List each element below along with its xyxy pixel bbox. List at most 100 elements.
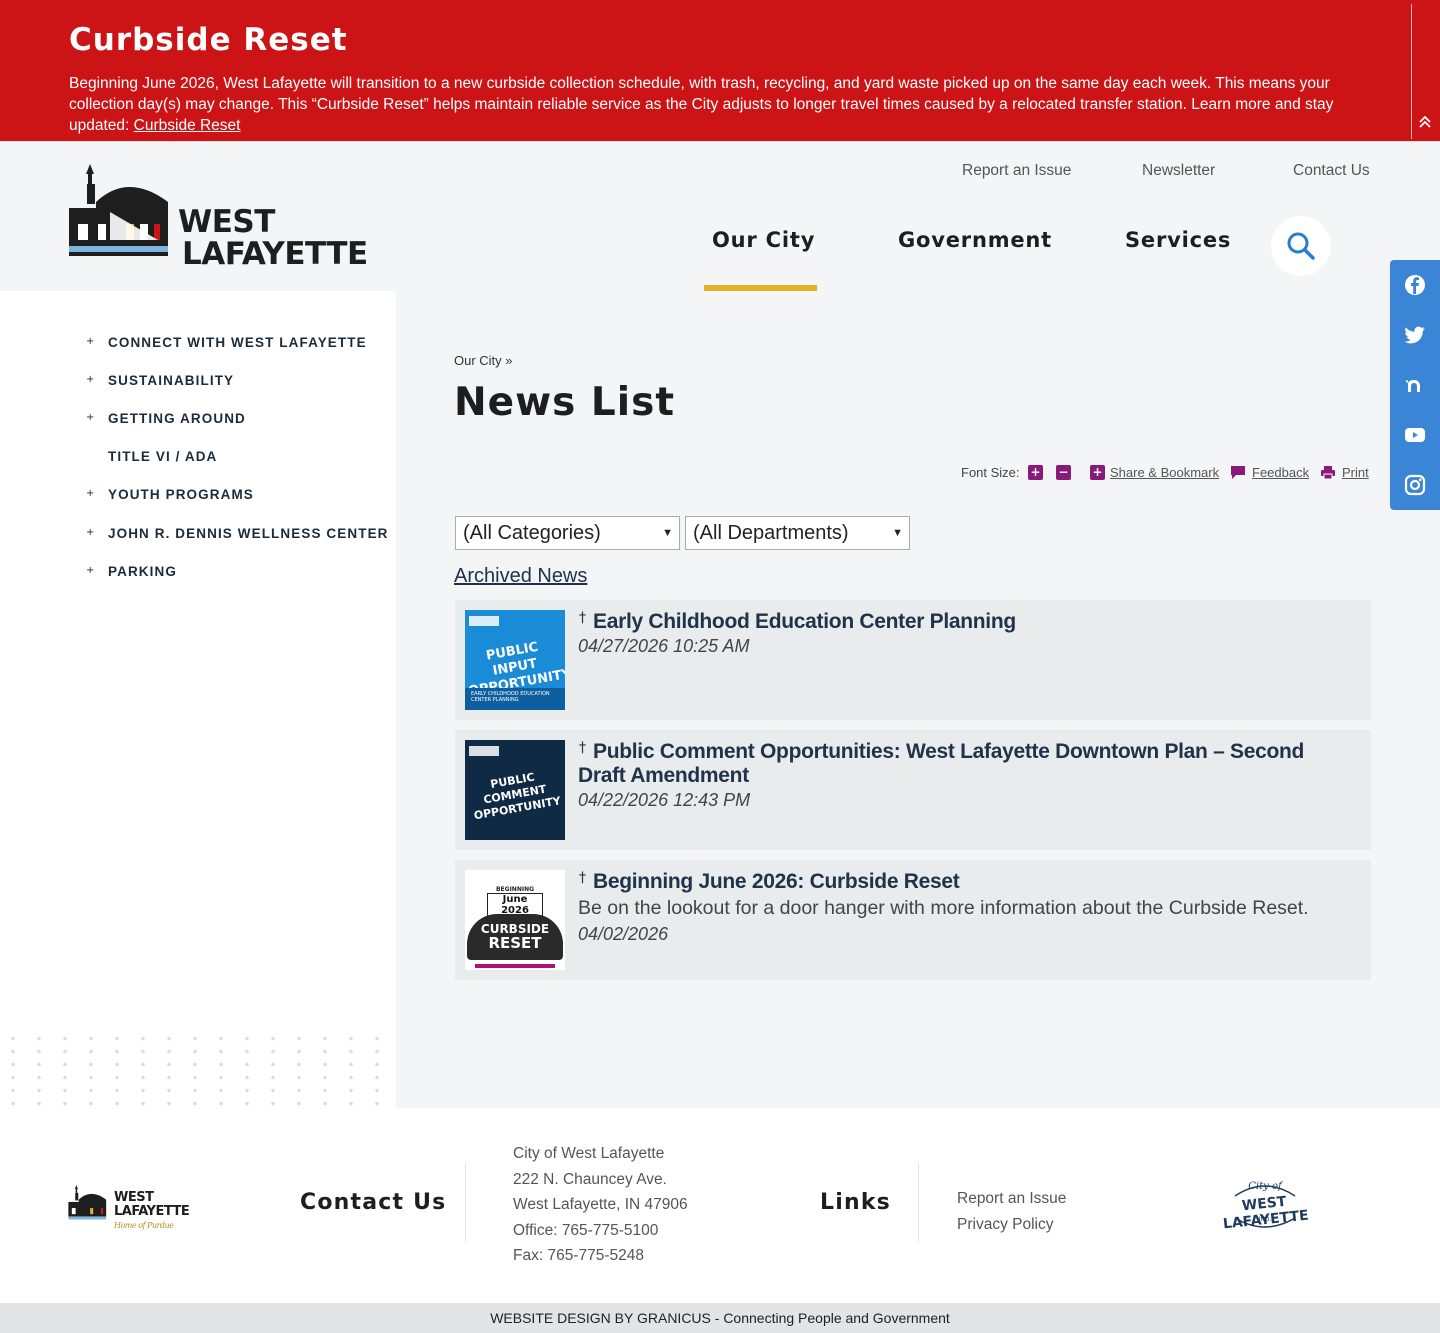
news-date: 04/22/2026 12:43 PM <box>578 790 751 810</box>
news-item: PUBLIC INPUT OPPORTUNITY EARLY CHILDHOOD… <box>455 600 1371 720</box>
news-title[interactable]: Early Childhood Education Center Plannin… <box>578 610 1338 634</box>
utility-report-issue[interactable]: Report an Issue <box>962 162 1071 180</box>
thumb-logo <box>469 616 499 626</box>
news-thumbnail[interactable]: BEGINNING June 2026 CURBSIDE RESET <box>465 870 565 970</box>
footer-links-heading: Links <box>820 1190 891 1215</box>
news-item: BEGINNING June 2026 CURBSIDE RESET † Beg… <box>455 860 1371 980</box>
thumb-headline: PUBLIC COMMENT OPPORTUNITY <box>465 766 565 825</box>
thumb-top: BEGINNING <box>495 886 535 893</box>
site-footer: WEST LAFAYETTE Home of Purdue Contact Us… <box>0 1108 1440 1303</box>
logo-line-2: LAFAYETTE <box>182 236 368 272</box>
plus-icon: + <box>86 565 95 576</box>
thumb-headline: CURBSIDE RESET <box>465 922 565 952</box>
footer-address-line: West Lafayette, IN 47906 <box>513 1196 688 1213</box>
category-select[interactable]: (All Categories) ▼ <box>455 516 680 550</box>
chevron-down-icon: ▼ <box>662 527 673 539</box>
alert-link[interactable]: Curbside Reset <box>134 117 241 134</box>
news-thumbnail[interactable]: PUBLIC INPUT OPPORTUNITY EARLY CHILDHOOD… <box>465 610 565 710</box>
granicus-credit[interactable]: WEBSITE DESIGN BY GRANICUS - Connecting … <box>0 1303 1440 1333</box>
page-title: News List <box>454 380 675 425</box>
youtube-icon[interactable] <box>1403 423 1427 447</box>
alert-text: Beginning June 2026, West Lafayette will… <box>69 73 1349 136</box>
news-thumbnail[interactable]: PUBLIC COMMENT OPPORTUNITY <box>465 740 565 840</box>
facebook-icon[interactable] <box>1403 273 1427 297</box>
news-date: 04/02/2026 <box>578 924 669 944</box>
sidebar-item-getting-around[interactable]: GETTING AROUND <box>108 411 246 426</box>
nav-services[interactable]: Services <box>1125 228 1231 252</box>
font-decrease-button[interactable]: − <box>1056 465 1071 480</box>
footer-address-line: 222 N. Chauncey Ave. <box>513 1171 667 1188</box>
nav-our-city[interactable]: Our City <box>712 228 815 252</box>
sidebar-item-wellness-center[interactable]: JOHN R. DENNIS WELLNESS CENTER <box>108 526 389 541</box>
footer-logo-wordmark: WEST LAFAYETTE Home of Purdue <box>114 1190 190 1233</box>
footer-divider <box>465 1163 466 1243</box>
share-bookmark-link[interactable]: Share & Bookmark <box>1110 465 1219 480</box>
news-item: PUBLIC COMMENT OPPORTUNITY † Public Comm… <box>455 730 1371 850</box>
thumb-caption: EARLY CHILDHOOD EDUCATION CENTER PLANNIN… <box>465 688 565 710</box>
plus-icon: + <box>86 374 95 385</box>
feedback-link[interactable]: Feedback <box>1252 465 1309 480</box>
search-icon <box>1287 232 1315 260</box>
font-increase-button[interactable]: + <box>1028 465 1043 480</box>
print-link[interactable]: Print <box>1342 465 1369 480</box>
footer-divider <box>918 1163 919 1243</box>
city-hall-icon <box>69 164 168 256</box>
utility-contact-us[interactable]: Contact Us <box>1293 162 1370 180</box>
news-date: 04/27/2026 10:25 AM <box>578 636 750 656</box>
plus-icon: + <box>86 527 95 538</box>
sidebar-item-title-vi[interactable]: TITLE VI / ADA <box>108 449 217 464</box>
double-chevron-up-icon[interactable] <box>1416 115 1434 133</box>
site-header: WEST LAFAYETTE Report an Issue Newslette… <box>0 141 1440 297</box>
sidebar-item-parking[interactable]: PARKING <box>108 564 177 579</box>
plus-icon: + <box>86 336 95 347</box>
search-button[interactable] <box>1271 216 1331 276</box>
footer-logo-tagline: Home of Purdue <box>114 1221 174 1230</box>
footer-contact-heading: Contact Us <box>300 1190 447 1215</box>
department-select-value: (All Departments) <box>693 522 849 544</box>
alert-banner: Curbside Reset Beginning June 2026, West… <box>0 0 1440 141</box>
breadcrumb[interactable]: Our City » <box>454 353 513 368</box>
plus-icon: + <box>86 488 95 499</box>
footer-logo-line-2: LAFAYETTE <box>114 1204 190 1219</box>
footer-logo[interactable]: WEST LAFAYETTE Home of Purdue <box>68 1183 190 1233</box>
instagram-icon[interactable] <box>1403 473 1427 497</box>
footer-phone[interactable]: Office: 765-775-5100 <box>513 1222 658 1240</box>
logo-wordmark: WEST LAFAYETTE <box>178 206 368 270</box>
sidebar-item-connect[interactable]: CONNECT WITH WEST LAFAYETTE <box>108 335 367 350</box>
footer-logo-line-1: WEST <box>114 1190 154 1205</box>
department-select[interactable]: (All Departments) ▼ <box>685 516 910 550</box>
footer-fax: Fax: 765-775-5248 <box>513 1247 644 1264</box>
sidebar-item-youth-programs[interactable]: YOUTH PROGRAMS <box>108 487 254 502</box>
sidebar-item-sustainability[interactable]: SUSTAINABILITY <box>108 373 234 388</box>
news-title[interactable]: Beginning June 2026: Curbside Reset <box>578 870 1338 894</box>
news-description: Be on the lookout for a door hanger with… <box>578 897 1309 919</box>
nextdoor-icon[interactable] <box>1403 373 1427 397</box>
share-icon: + <box>1090 465 1105 480</box>
print-icon <box>1321 466 1335 480</box>
site-logo[interactable]: WEST LAFAYETTE <box>68 162 368 272</box>
plus-icon: + <box>86 412 95 423</box>
alert-divider <box>1411 4 1412 139</box>
font-size-label: Font Size: <box>961 465 1020 480</box>
seal-top-text: City of <box>1248 1181 1282 1192</box>
footer-link-report-issue[interactable]: Report an Issue <box>957 1190 1066 1208</box>
thumb-logo <box>469 746 499 756</box>
footer-address-line: City of West Lafayette <box>513 1145 665 1162</box>
city-seal-logo: City of WEST LAFAYETTE IND. <box>1205 1178 1325 1234</box>
archived-news-link[interactable]: Archived News <box>454 565 587 588</box>
decorative-dots <box>0 1032 396 1108</box>
alert-title: Curbside Reset <box>69 22 348 58</box>
footer-link-privacy-policy[interactable]: Privacy Policy <box>957 1216 1053 1234</box>
nav-government[interactable]: Government <box>898 228 1052 252</box>
category-select-value: (All Categories) <box>463 522 601 544</box>
city-hall-icon <box>68 1185 107 1220</box>
social-bar <box>1390 260 1440 510</box>
alert-body: Beginning June 2026, West Lafayette will… <box>69 75 1334 134</box>
thumb-stripe <box>475 964 555 968</box>
seal-bottom-text: IND. <box>1258 1216 1272 1223</box>
twitter-icon[interactable] <box>1403 323 1427 347</box>
thumb-line-3: RESET <box>488 934 542 952</box>
utility-newsletter[interactable]: Newsletter <box>1142 162 1215 180</box>
feedback-icon <box>1231 466 1245 479</box>
news-title[interactable]: Public Comment Opportunities: West Lafay… <box>578 740 1338 788</box>
